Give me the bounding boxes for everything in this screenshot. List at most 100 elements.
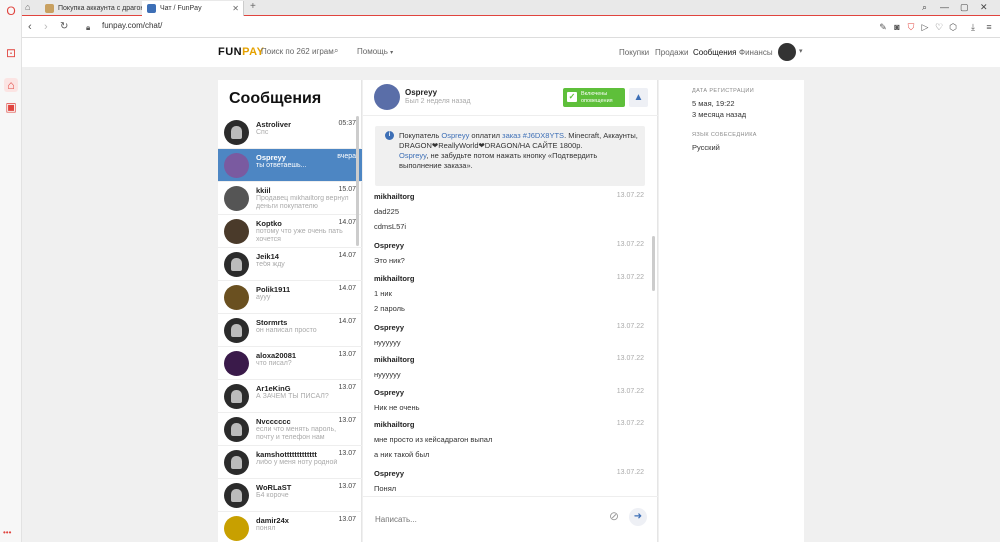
default-avatar-icon <box>231 456 242 469</box>
chat-name: Polik1911 <box>256 285 291 294</box>
download-icon[interactable]: ⤓ <box>967 21 979 33</box>
camera-icon[interactable]: ◙ <box>891 21 903 33</box>
chat-list-item[interactable]: Jeik14 14.07 тебя жду <box>218 248 362 281</box>
message-author[interactable]: Ospreyy <box>374 323 644 332</box>
close-tab-icon[interactable]: ✕ <box>232 1 239 16</box>
chevron-down-icon[interactable]: ▾ <box>799 47 803 55</box>
avatar <box>224 318 249 343</box>
chat-preview: ауyy <box>256 294 271 301</box>
avatar[interactable] <box>778 43 796 61</box>
message-author[interactable]: mikhailtorg <box>374 192 644 201</box>
registration-label: ДАТА РЕГИСТРАЦИИ <box>692 88 755 94</box>
forward-icon[interactable]: › <box>44 20 48 34</box>
chat-date: 13.07 <box>338 351 356 358</box>
site-header: FUNPAY Поиск по 262 играм ⌕ Помощь ▾ Пок… <box>22 38 1000 67</box>
default-avatar-icon <box>231 126 242 139</box>
heart-icon[interactable]: ♡ <box>933 21 945 33</box>
nav-sales[interactable]: Продажи <box>655 48 688 57</box>
chat-list-item[interactable]: Nvcccccc 13.07 если что менять пароль, поч… <box>218 413 362 446</box>
chat-list-item[interactable]: aloxa20081 13.07 что писал? <box>218 347 362 380</box>
chat-list-item[interactable]: kkiil 15.07 Продавец mikhailtorg вернул де… <box>218 182 362 215</box>
chat-date: 13.07 <box>338 516 356 523</box>
reload-icon[interactable]: ↻ <box>60 20 68 34</box>
message-text: 2 пароль <box>374 303 405 313</box>
search-tabs-icon[interactable]: ⌕ <box>922 2 927 13</box>
url-field[interactable]: funpay.com/chat/ <box>102 21 162 30</box>
message-text: мне просто из кейсадрагон выпал <box>374 435 493 444</box>
cube-icon[interactable]: ⬡ <box>947 21 959 33</box>
message-text: а ник такой был <box>374 450 430 459</box>
default-avatar-icon <box>231 390 242 403</box>
message-date: 13.07.22 <box>616 420 644 427</box>
chat-preview: А ЗАЧЕМ ТЫ ПИСАЛ? <box>256 393 329 400</box>
shopping-icon[interactable]: ⊡ <box>4 46 18 60</box>
chat-list-item[interactable]: WoRLaST 13.07 Б4 короче <box>218 479 362 512</box>
chat-list-item[interactable]: kamshottttttttttttt 13.07 либо у меня ноту… <box>218 446 362 479</box>
message-text: dad225 <box>374 207 400 216</box>
close-window-icon[interactable]: ✕ <box>980 2 988 13</box>
nav-messages[interactable]: Сообщения <box>693 48 736 57</box>
gamepad-icon[interactable]: ▣ <box>4 100 18 114</box>
tab-chat[interactable]: Чат / FunPay ✕ <box>142 1 244 16</box>
order-link[interactable]: заказ #J6DX8YTS <box>502 131 564 140</box>
chat-list-item[interactable]: Astroliver 05:37 Спс <box>218 116 362 149</box>
message-author[interactable]: mikhailtorg <box>374 274 644 283</box>
help-menu[interactable]: Помощь ▾ <box>357 47 393 56</box>
chat-user-name[interactable]: Ospreyy <box>405 88 437 97</box>
tab-menu-icon[interactable]: ⌂ <box>25 2 30 12</box>
buyer-link[interactable]: Ospreyy <box>441 131 469 140</box>
message-author[interactable]: mikhailtorg <box>374 420 644 429</box>
search-link[interactable]: Поиск по 262 играм <box>261 47 334 56</box>
warning-icon[interactable]: ▲ <box>629 88 648 107</box>
chat-date: 13.07 <box>338 483 356 490</box>
chat-date: 13.07 <box>338 450 356 457</box>
opera-logo-icon[interactable]: O <box>4 4 18 18</box>
chat-list-item[interactable]: Koptko 14.07 потому что уже очень пать хоч… <box>218 215 362 248</box>
avatar <box>224 252 249 277</box>
chat-list-item[interactable]: Ospreyy вчера ты ответаешь... <box>218 149 362 182</box>
play-icon[interactable]: ▷ <box>919 21 931 33</box>
chat-name: damir24x <box>256 516 289 525</box>
language-value: Русский <box>692 143 720 152</box>
back-icon[interactable]: ‹ <box>28 20 32 34</box>
buyer-link[interactable]: Ospreyy <box>399 151 426 160</box>
chat-preview: ты ответаешь... <box>256 162 307 169</box>
funpay-favicon-icon <box>147 4 156 13</box>
message-author[interactable]: Ospreyy <box>374 469 644 478</box>
avatar <box>224 483 249 508</box>
avatar[interactable] <box>374 84 400 110</box>
message-text: нууyyyy <box>374 337 401 347</box>
scrollbar[interactable] <box>356 116 359 246</box>
chat-date: 05:37 <box>338 120 356 127</box>
edit-icon[interactable]: ✎ <box>877 21 889 33</box>
message-text: 1 ник <box>374 288 392 298</box>
shield-icon[interactable]: ⛉ <box>905 21 917 33</box>
chat-list-item[interactable]: Polik1911 14.07 ауyy <box>218 281 362 314</box>
scrollbar[interactable] <box>652 236 655 291</box>
home-icon[interactable]: ⌂ <box>4 78 18 92</box>
chat-list-item[interactable]: Stormrts 14.07 он написал просто <box>218 314 362 347</box>
default-avatar-icon <box>231 324 242 337</box>
check-icon: ✓ <box>567 92 577 102</box>
lock-icon: 🔒︎ <box>86 23 91 32</box>
minimize-icon[interactable]: — <box>940 2 949 12</box>
message-input[interactable] <box>375 511 575 527</box>
nav-finances[interactable]: Финансы <box>739 48 773 57</box>
chat-list-item[interactable]: damir24x 13.07 понял <box>218 512 362 542</box>
message-author[interactable]: Ospreyy <box>374 241 644 250</box>
message-author[interactable]: Ospreyy <box>374 388 644 397</box>
more-icon[interactable]: ••• <box>3 528 11 537</box>
message-author[interactable]: mikhailtorg <box>374 355 644 364</box>
maximize-icon[interactable]: ▢ <box>960 2 969 13</box>
menu-icon[interactable]: ≡ <box>983 21 995 33</box>
search-icon[interactable]: ⌕ <box>334 46 338 56</box>
funpay-logo[interactable]: FUNPAY <box>218 46 264 58</box>
new-tab-icon[interactable]: + <box>250 1 256 12</box>
chat-name: Nvcccccc <box>256 417 291 426</box>
chat-list-item[interactable]: Ar1eKinG 13.07 А ЗАЧЕМ ТЫ ПИСАЛ? <box>218 380 362 413</box>
notifications-toggle[interactable]: ✓ Включены оповещения <box>563 88 625 107</box>
paperclip-icon[interactable]: ⊘ <box>609 509 619 523</box>
chat-date: вчера <box>337 153 356 160</box>
nav-purchases[interactable]: Покупки <box>619 48 649 57</box>
send-button[interactable]: ➜ <box>629 508 647 526</box>
